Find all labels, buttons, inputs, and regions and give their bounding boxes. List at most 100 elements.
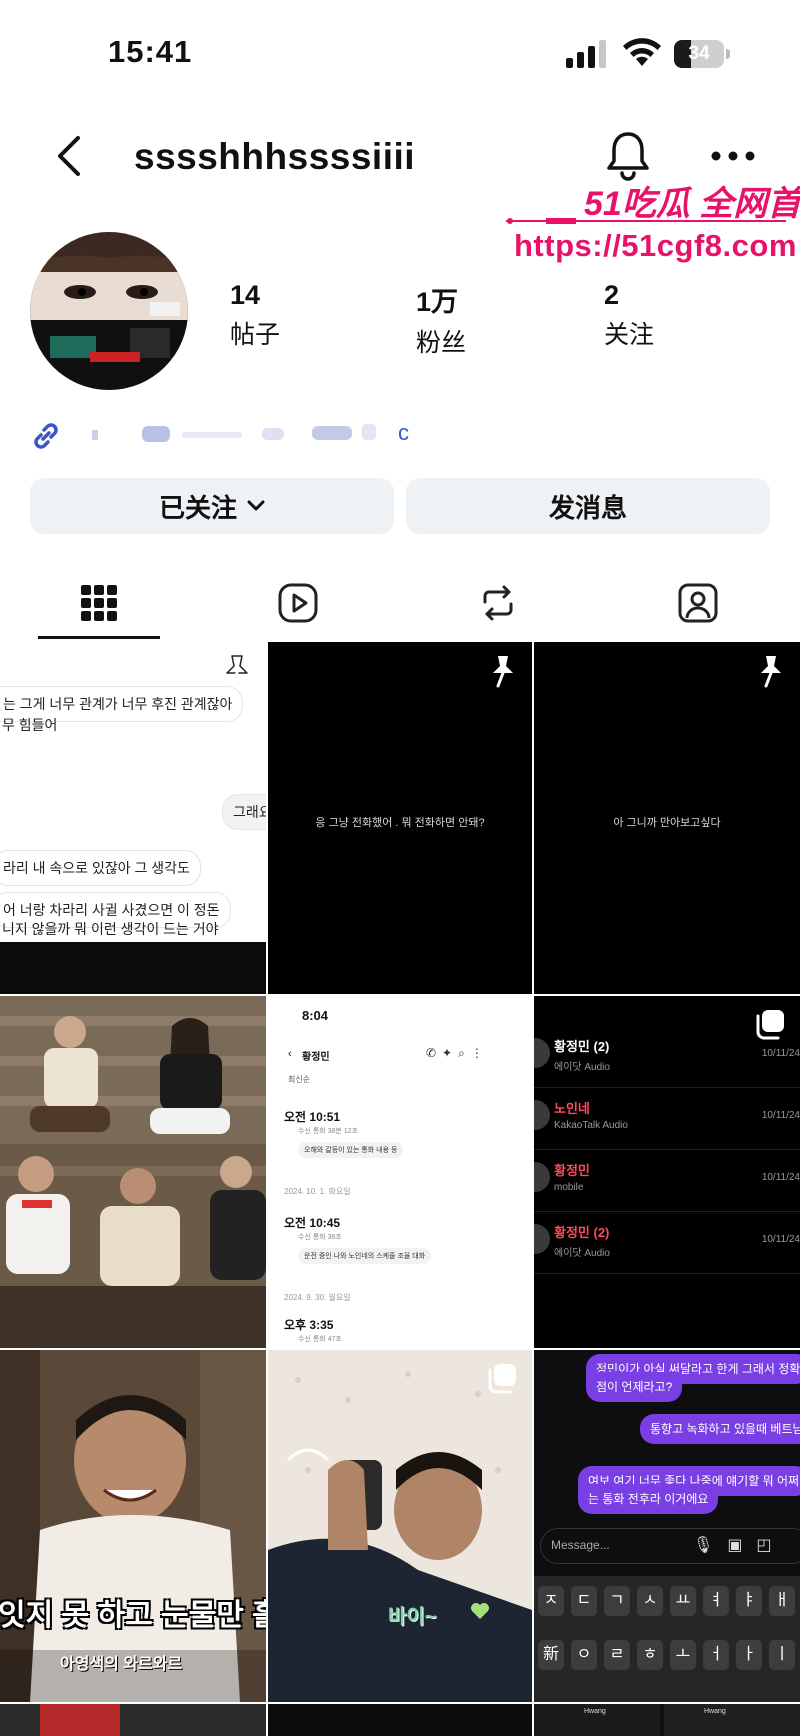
multiple-images-icon xyxy=(488,1364,516,1394)
tagged-icon xyxy=(678,583,718,623)
pin-icon xyxy=(226,655,248,688)
call-log-actions[interactable]: ✆✦⌕⋮ xyxy=(426,1046,489,1061)
call-list-sub: 에이닷 Audio xyxy=(554,1062,610,1073)
keyboard-key[interactable]: ㅇ xyxy=(571,1640,597,1670)
keyboard-key[interactable]: ㅕ xyxy=(703,1586,729,1616)
keyboard-key[interactable]: ㄷ xyxy=(571,1586,597,1616)
blurred-link-text xyxy=(92,424,376,442)
heart-icon xyxy=(471,1603,489,1619)
chat-line: 니지 않을까 뭐 이런 생각이 드는 거야 xyxy=(2,921,219,937)
post-dark-call-list[interactable]: 황정민 (2) 에이닷 Audio 10/11/24 노인네 KakaoTalk… xyxy=(534,996,800,1348)
tab-posts[interactable] xyxy=(39,574,159,632)
post-caption-text: 아 그니까 만아보고싶다 xyxy=(613,817,721,829)
keyboard-row: 新ㅇㄹㅎㅗㅓㅏㅣ xyxy=(534,1640,800,1674)
stat-followers-count: 1万 xyxy=(416,287,459,317)
keyboard-key[interactable]: ㅗ xyxy=(670,1640,696,1670)
keyboard-key[interactable]: ㅣ xyxy=(769,1640,795,1670)
keyboard-key[interactable]: 新 xyxy=(538,1640,564,1670)
message-button-label: 发消息 xyxy=(548,492,627,523)
following-button-label: 已关注 xyxy=(158,492,237,523)
call-log-filter: 최신순 xyxy=(288,1075,311,1084)
chat-bubble-text: 통향고 녹화하고 있을때 베트남 xyxy=(640,1414,800,1444)
call-log-contact: 황정민 xyxy=(302,1052,330,1063)
sticker-caption: 바이~ xyxy=(388,1606,437,1628)
call-list-name: 황정민 (2) xyxy=(554,1039,610,1054)
tab-reels[interactable] xyxy=(238,574,358,632)
chat-bubble-text: 점이 언제라고? xyxy=(586,1372,683,1402)
profile-avatar[interactable] xyxy=(30,232,188,390)
post-black-caption[interactable]: 응 그냥 전화했어 . 뭐 전화하면 안돼? xyxy=(268,642,532,994)
post-partial[interactable] xyxy=(0,1704,266,1736)
battery-level: 34 xyxy=(688,43,710,64)
call-list-date: 10/11/24 xyxy=(761,1048,800,1059)
back-chevron-icon[interactable] xyxy=(52,134,88,178)
partial-label: Hwang xyxy=(704,1708,726,1715)
link-icon xyxy=(34,423,58,449)
post-call-log-screenshot[interactable]: 8:04 황정민 ‹ 최신순 ✆✦⌕⋮ 오전 10:51 수신 통화 38분 1… xyxy=(268,996,532,1348)
stat-posts[interactable]: 14 帖子 xyxy=(230,280,280,351)
repost-icon xyxy=(483,585,513,621)
notification-bell-icon[interactable] xyxy=(606,130,650,182)
keyboard-key[interactable]: ㅓ xyxy=(703,1640,729,1670)
call-list-sub: mobile xyxy=(554,1182,584,1193)
chat-line: 무 힘들어 xyxy=(2,717,58,733)
keyboard-key[interactable]: ㅅ xyxy=(637,1586,663,1616)
tab-reposts[interactable] xyxy=(438,574,558,632)
post-tv-screenshot[interactable]: 잇지 못 하고 눈물만 흘린 아영색의 와르와르 xyxy=(0,1350,266,1702)
post-phone-photo[interactable]: 바이~ xyxy=(268,1350,532,1702)
call-log-time: 8:04 xyxy=(302,1008,329,1023)
stat-posts-label: 帖子 xyxy=(230,321,281,349)
chevron-down-icon xyxy=(247,500,265,511)
grid-icon xyxy=(81,585,117,621)
call-entry-sub: 수신 통화 36초 xyxy=(298,1234,342,1241)
stat-followers[interactable]: 1万 粉丝 xyxy=(416,280,466,359)
keyboard-key[interactable]: ㅈ xyxy=(538,1586,564,1616)
call-entry-sub: 수신 통화 47초 xyxy=(298,1336,342,1343)
keyboard-key[interactable]: ㅐ xyxy=(769,1586,795,1616)
post-partial[interactable]: Hwang Hwang xyxy=(534,1704,800,1736)
more-options-icon[interactable] xyxy=(710,150,756,162)
chat-bubble-text: 는 통화 전후라 이거에요 xyxy=(578,1484,719,1514)
keyboard-key[interactable]: ㅑ xyxy=(736,1586,762,1616)
keyboard-key[interactable]: ㄹ xyxy=(604,1640,630,1670)
multiple-images-icon xyxy=(756,1010,784,1040)
bio-link[interactable]: c xyxy=(28,414,428,458)
call-entry-time: 오전 10:45 xyxy=(284,1216,341,1230)
post-partial[interactable] xyxy=(268,1704,532,1736)
post-photo-collage[interactable] xyxy=(0,996,266,1348)
call-log-date: 2024. 10. 1. 화요일 xyxy=(284,1187,351,1196)
keyboard-key[interactable]: ㄱ xyxy=(604,1586,630,1616)
stat-following[interactable]: 2 关注 xyxy=(604,280,654,351)
subtitle-text: 잇지 못 하고 눈물만 흘린 xyxy=(0,1599,266,1632)
profile-tabs xyxy=(0,570,800,640)
call-list-name: 노인네 xyxy=(554,1101,590,1116)
avatar-photo xyxy=(30,232,188,390)
call-entry-sub: 수신 통화 38분 12초 xyxy=(298,1128,359,1135)
profile-username: sssshhhssssiiii xyxy=(134,136,416,177)
wifi-icon xyxy=(623,38,661,66)
battery-icon: 34 xyxy=(674,40,730,68)
call-list-date: 10/11/24 xyxy=(761,1172,800,1183)
call-list-name: 황정민 (2) xyxy=(554,1225,610,1240)
status-bar: 15:41 34 xyxy=(0,0,800,100)
post-chat-screenshot[interactable]: 는 그게 너무 관계가 너무 후진 관계잖아 무 힘들어 그래요 라리 내 속으… xyxy=(0,642,266,994)
tab-tagged[interactable] xyxy=(638,574,758,632)
post-black-caption[interactable]: 아 그니까 만아보고싶다 xyxy=(534,642,800,994)
call-list-row: 노인네 KakaoTalk Audio 10/11/24 xyxy=(534,1088,800,1150)
message-button[interactable]: 发消息 xyxy=(406,478,770,534)
call-list-row: 황정민 (2) 에이닷 Audio 10/11/24 xyxy=(534,1212,800,1274)
following-button[interactable]: 已关注 xyxy=(30,478,394,534)
collage-photo xyxy=(0,996,266,1348)
call-list-date: 10/11/24 xyxy=(761,1110,800,1121)
call-list-date: 10/11/24 xyxy=(761,1234,800,1245)
subtitle-caption: 아영색의 와르와르 xyxy=(60,1656,183,1673)
post-purple-chat[interactable]: 정민이가 아실 써달라고 한게 그래서 정확 점이 언제라고? 통향고 녹화하고… xyxy=(534,1350,800,1702)
keyboard-key[interactable]: ㅛ xyxy=(670,1586,696,1616)
keyboard-key[interactable]: ㅏ xyxy=(736,1640,762,1670)
phone-photo xyxy=(268,1350,532,1702)
message-input[interactable]: Message... 🎙▣◰ xyxy=(540,1528,800,1564)
message-input-icons[interactable]: 🎙▣◰ xyxy=(693,1535,786,1555)
keyboard-key[interactable]: ㅎ xyxy=(637,1640,663,1670)
call-log-back-icon[interactable]: ‹ xyxy=(288,1048,292,1060)
status-time: 15:41 xyxy=(108,34,193,69)
